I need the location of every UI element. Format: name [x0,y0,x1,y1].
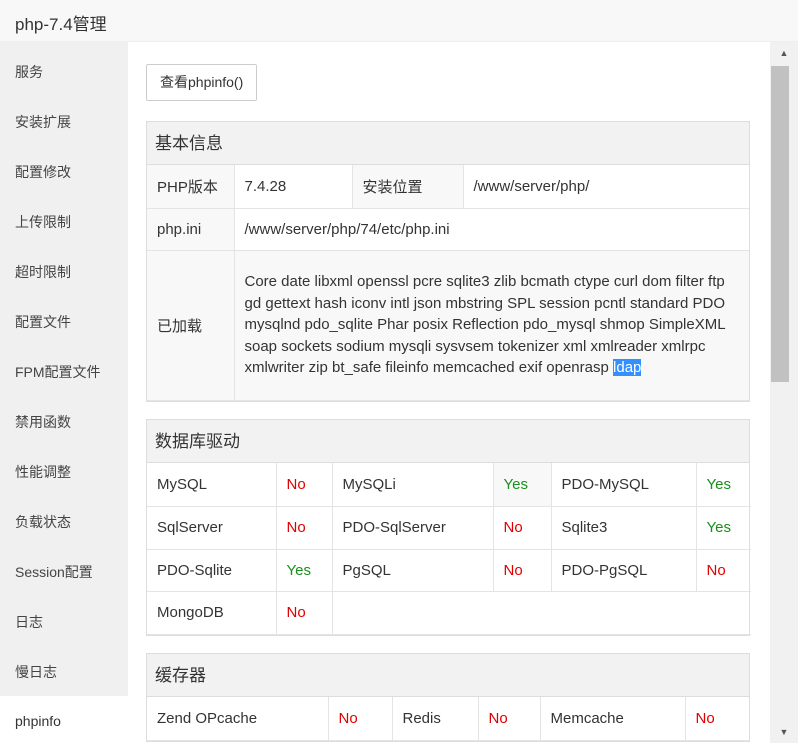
window-title: php-7.4管理 [15,15,107,34]
sidebar-item-install-extension[interactable]: 安装扩展 [0,97,128,147]
sidebar-item-slow-log[interactable]: 慢日志 [0,647,128,697]
main-content: 查看phpinfo() 基本信息 PHP版本 7.4.28 安装位置 /www/… [128,42,770,743]
php-version-label: PHP版本 [147,165,235,209]
driver-name: SqlServer [147,505,277,550]
sidebar-item-performance[interactable]: 性能调整 [0,447,128,497]
install-location-value: /www/server/php/ [462,165,749,209]
vertical-scrollbar[interactable]: ▲ ▼ [770,42,798,743]
cache-panel: 缓存器 Zend OPcache No Redis No Memcache No [146,653,750,742]
loaded-label: 已加载 [147,249,235,401]
driver-name: PDO-Sqlite [147,548,277,592]
driver-status: No [275,590,333,635]
install-location-label: 安装位置 [351,165,464,209]
driver-name: PgSQL [331,548,494,592]
driver-status: No [695,548,751,592]
driver-name: PDO-PgSQL [550,548,697,592]
cache-status: No [684,697,749,741]
driver-status: Yes [695,463,751,507]
sidebar-item-service[interactable]: 服务 [0,47,128,97]
php-version-value: 7.4.28 [233,165,353,209]
view-phpinfo-button[interactable]: 查看phpinfo() [146,64,258,101]
driver-name: MySQL [147,463,277,507]
loaded-extensions: Core date libxml openssl pcre sqlite3 zl… [233,249,749,401]
cache-status: No [477,697,541,741]
cache-heading: 缓存器 [147,654,749,697]
scroll-down-arrow-icon[interactable]: ▼ [770,721,798,743]
cache-name: Redis [391,697,479,741]
window-titlebar: php-7.4管理 [0,0,798,42]
selected-text: ldap [613,359,642,377]
sidebar: 服务 安装扩展 配置修改 上传限制 超时限制 配置文件 FPM配置文件 禁用函数… [0,42,128,743]
sidebar-item-config-file[interactable]: 配置文件 [0,297,128,347]
php-ini-label: php.ini [147,207,235,251]
basic-info-panel: 基本信息 PHP版本 7.4.28 安装位置 /www/server/php/ … [146,121,750,402]
sidebar-item-fpm-config[interactable]: FPM配置文件 [0,347,128,397]
driver-name: PDO-SqlServer [331,505,494,550]
driver-status: No [492,505,552,550]
driver-name: MySQLi [331,463,494,507]
basic-info-heading: 基本信息 [147,122,749,165]
sidebar-item-timeout-limit[interactable]: 超时限制 [0,247,128,297]
sidebar-item-config-edit[interactable]: 配置修改 [0,147,128,197]
db-drivers-table: MySQL No MySQLi Yes PDO-MySQL Yes SqlSer… [147,463,751,635]
sidebar-item-load-status[interactable]: 负载状态 [0,497,128,547]
db-drivers-heading: 数据库驱动 [147,420,749,463]
cache-name: Zend OPcache [147,697,329,741]
empty-cell [331,590,751,635]
driver-name: PDO-MySQL [550,463,697,507]
scroll-up-arrow-icon[interactable]: ▲ [770,42,798,64]
driver-status: Yes [492,463,552,507]
driver-name: MongoDB [147,590,277,635]
driver-status: Yes [695,505,751,550]
driver-name: Sqlite3 [550,505,697,550]
driver-status: Yes [275,548,333,592]
sidebar-item-disabled-functions[interactable]: 禁用函数 [0,397,128,447]
loaded-extensions-text: Core date libxml openssl pcre sqlite3 zl… [244,273,726,377]
sidebar-item-session-config[interactable]: Session配置 [0,547,128,597]
sidebar-item-phpinfo[interactable]: phpinfo [0,696,128,743]
driver-status: No [275,505,333,550]
driver-status: No [492,548,552,592]
php-ini-value: /www/server/php/74/etc/php.ini [233,207,749,251]
sidebar-item-upload-limit[interactable]: 上传限制 [0,197,128,247]
scroll-thumb[interactable] [771,66,789,382]
driver-status: No [275,463,333,507]
db-drivers-panel: 数据库驱动 MySQL No MySQLi Yes PDO-MySQL Yes … [146,419,751,636]
cache-name: Memcache [539,697,686,741]
sidebar-item-log[interactable]: 日志 [0,597,128,647]
basic-info-table: PHP版本 7.4.28 安装位置 /www/server/php/ php.i… [147,165,749,401]
cache-table: Zend OPcache No Redis No Memcache No [147,697,749,741]
cache-status: No [327,697,393,741]
